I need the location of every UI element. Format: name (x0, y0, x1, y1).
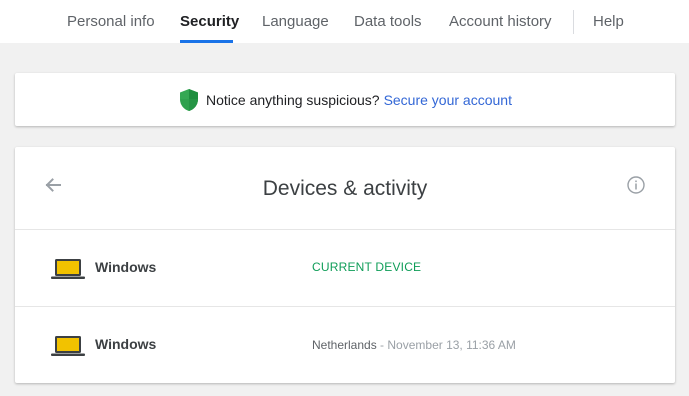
laptop-icon (51, 336, 85, 356)
device-location: Netherlands (312, 338, 377, 352)
current-device-badge: CURRENT DEVICE (312, 260, 422, 274)
tab-security[interactable]: Security (180, 0, 239, 43)
device-row-current[interactable]: Windows CURRENT DEVICE (15, 230, 675, 306)
notice-text: Notice anything suspicious? (206, 91, 380, 108)
laptop-icon (51, 259, 85, 279)
secure-account-link[interactable]: Secure your account (384, 92, 512, 108)
location-separator: - (376, 338, 388, 352)
devices-activity-card: Devices & activity Windows CURRENT DEVIC… (15, 147, 675, 383)
active-tab-indicator (180, 40, 233, 43)
card-title: Devices & activity (262, 177, 428, 200)
shield-icon (180, 88, 199, 111)
nav-divider (573, 10, 574, 34)
device-row-netherlands[interactable]: Windows Netherlands - November 13, 11:36… (15, 307, 675, 383)
info-icon[interactable] (626, 175, 646, 195)
tab-help[interactable]: Help (593, 0, 624, 43)
tab-data-tools[interactable]: Data tools (354, 0, 422, 43)
suspicious-activity-notice: Notice anything suspicious? Secure your … (15, 73, 675, 126)
tab-personal-info[interactable]: Personal info (67, 0, 155, 43)
top-navigation: Personal info Security Language Data too… (0, 0, 689, 43)
tab-account-history[interactable]: Account history (449, 0, 552, 43)
device-name: Windows (95, 259, 157, 275)
device-name: Windows (95, 336, 157, 352)
last-activity-time: November 13, 11:36 AM (387, 338, 516, 352)
tab-language[interactable]: Language (262, 0, 329, 43)
device-location-time: Netherlands - November 13, 11:36 AM (312, 338, 516, 352)
